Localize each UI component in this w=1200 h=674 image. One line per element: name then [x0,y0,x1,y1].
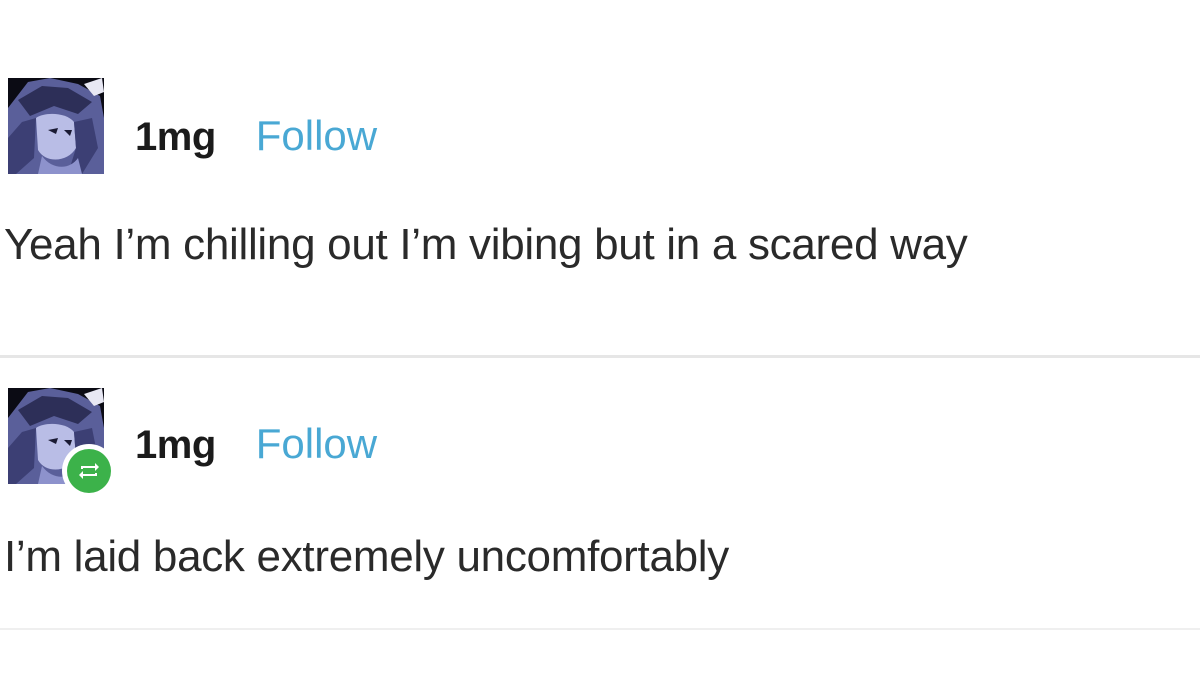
username[interactable]: 1mg [135,423,216,468]
post-header: 1mg Follow [0,386,1200,498]
feed: 1mg Follow Yeah I’m chilling out I’m vib… [0,0,1200,674]
name-row: 1mg Follow [135,420,377,468]
username[interactable]: 1mg [135,115,216,160]
divider [0,355,1200,358]
anime-avatar-icon [8,78,104,174]
post: 1mg Follow Yeah I’m chilling out I’m vib… [0,78,1200,269]
reblog-icon [67,449,111,493]
post-text: Yeah I’m chilling out I’m vibing but in … [4,220,968,269]
post-text: I’m laid back extremely uncomfortably [4,532,729,581]
follow-button[interactable]: Follow [256,112,377,160]
follow-button[interactable]: Follow [256,420,377,468]
reblog-badge [62,444,116,498]
avatar[interactable] [8,78,104,174]
divider [0,628,1200,630]
post-header: 1mg Follow [0,78,1200,178]
name-row: 1mg Follow [135,112,377,160]
post: 1mg Follow I’m laid back extremely uncom… [0,386,1200,581]
